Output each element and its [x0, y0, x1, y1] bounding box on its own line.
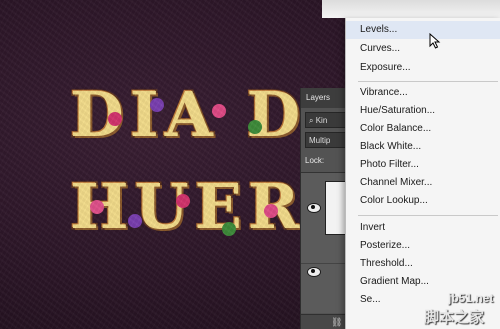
link-icon[interactable]: ⛓ [331, 315, 342, 329]
menu-header-blur [322, 0, 500, 18]
eye-icon[interactable] [307, 203, 321, 213]
flower-decoration [212, 104, 226, 118]
menu-item-black-white[interactable]: Black White... [346, 138, 500, 156]
menu-separator [358, 215, 498, 216]
flower-decoration [248, 120, 262, 134]
adjustments-menu: Levels... Curves... Exposure... Vibrance… [345, 18, 500, 329]
layer-filter-value: Kin [315, 116, 328, 125]
flower-decoration [264, 204, 278, 218]
menu-item-vibrance[interactable]: Vibrance... [346, 84, 500, 102]
flower-decoration [108, 112, 122, 126]
eye-icon[interactable] [307, 267, 321, 277]
flower-decoration [176, 194, 190, 208]
menu-item-gradient-map[interactable]: Gradient Map... [346, 273, 500, 291]
menu-item-color-lookup[interactable]: Color Lookup... [346, 192, 500, 210]
menu-item-hue-saturation[interactable]: Hue/Saturation... [346, 102, 500, 120]
menu-item-posterize[interactable]: Posterize... [346, 237, 500, 255]
menu-item-photo-filter[interactable]: Photo Filter... [346, 156, 500, 174]
menu-item-threshold[interactable]: Threshold... [346, 255, 500, 273]
mouse-cursor-icon [429, 33, 441, 49]
menu-item-invert[interactable]: Invert [346, 219, 500, 237]
flower-decoration [222, 222, 236, 236]
watermark-site: jb51.net [448, 291, 494, 305]
menu-item-levels[interactable]: Levels... [346, 21, 500, 39]
flower-decoration [128, 214, 142, 228]
flower-decoration [90, 200, 104, 214]
menu-item-channel-mixer[interactable]: Channel Mixer... [346, 174, 500, 192]
menu-item-exposure[interactable]: Exposure... [346, 59, 500, 77]
menu-separator [358, 81, 498, 82]
menu-item-color-balance[interactable]: Color Balance... [346, 120, 500, 138]
menu-item-curves[interactable]: Curves... [346, 40, 500, 58]
flower-decoration [150, 98, 164, 112]
watermark-name: 脚本之家 [424, 309, 485, 326]
lock-label: Lock: [305, 156, 325, 165]
search-icon: ⌕ [309, 116, 314, 125]
